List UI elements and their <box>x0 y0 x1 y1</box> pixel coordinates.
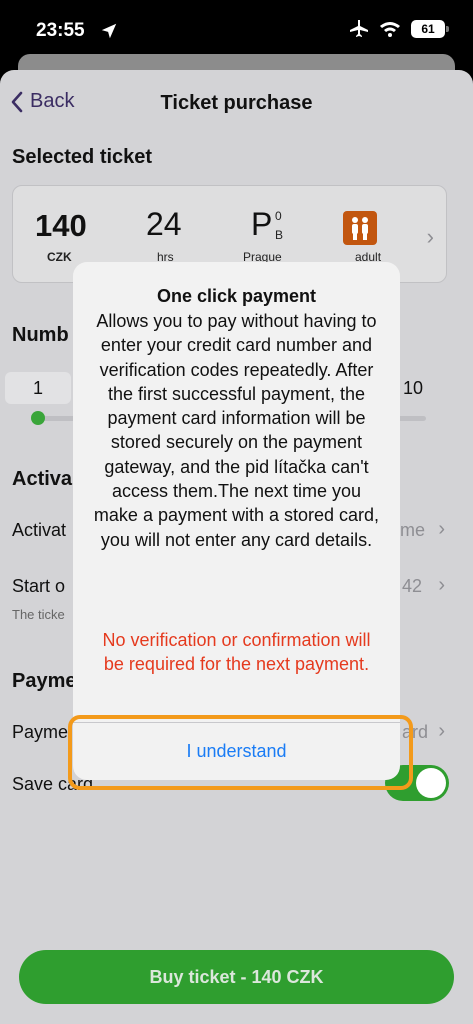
chevron-right-icon: › <box>426 224 434 249</box>
location-arrow-icon <box>101 23 117 39</box>
page-title: Ticket purchase <box>160 92 313 114</box>
chevron-right-icon: › <box>438 720 445 742</box>
ticket-count-max: 10 <box>402 378 423 398</box>
ticket-duration: 24 <box>146 206 182 242</box>
ticket-zone: P <box>251 206 273 242</box>
slider-thumb[interactable] <box>31 411 45 425</box>
status-time: 23:55 <box>36 20 85 41</box>
section-activation: Activa <box>12 468 73 490</box>
ticket-currency: CZK <box>47 250 72 264</box>
wifi-icon <box>380 22 400 37</box>
start-row-note: The ticke <box>12 607 65 622</box>
battery-icon: 61 <box>411 20 449 38</box>
activation-row-value: me <box>400 520 426 540</box>
section-selected-ticket: Selected ticket <box>12 146 153 168</box>
start-row-label[interactable]: Start o <box>12 576 65 597</box>
buy-ticket-button[interactable]: Buy ticket - 140 CZK <box>19 950 454 1004</box>
activation-row-label[interactable]: Activat <box>12 520 66 541</box>
ticket-count-field[interactable]: 1 <box>5 372 71 404</box>
ticket-zone-sup: 0 <box>275 209 282 223</box>
section-number: Numb <box>12 324 69 346</box>
chevron-right-icon: › <box>438 574 445 596</box>
payment-row-label[interactable]: Payme <box>12 722 68 743</box>
adult-persons-icon <box>343 211 377 245</box>
ticket-price: 140 <box>35 208 87 243</box>
alert-warning: No verification or confirmation will be … <box>102 630 371 675</box>
status-icons: 61 <box>349 20 449 38</box>
start-row-value: 42 <box>402 576 423 596</box>
airplane-icon <box>350 20 368 37</box>
ticket-zone-sub: B <box>275 228 284 242</box>
alert-message: Allows you to pay without having to ente… <box>93 311 380 550</box>
nav-bar: Back Ticket purchase <box>0 70 473 136</box>
one-click-payment-alert: One click payment Allows you to pay with… <box>73 262 400 780</box>
status-bar: 23:55 61 <box>0 0 473 62</box>
alert-title: One click payment <box>156 286 317 306</box>
toggle-knob <box>416 768 446 798</box>
highlight-frame <box>68 715 413 790</box>
chevron-right-icon: › <box>438 518 445 540</box>
section-payment: Payme <box>12 670 77 692</box>
